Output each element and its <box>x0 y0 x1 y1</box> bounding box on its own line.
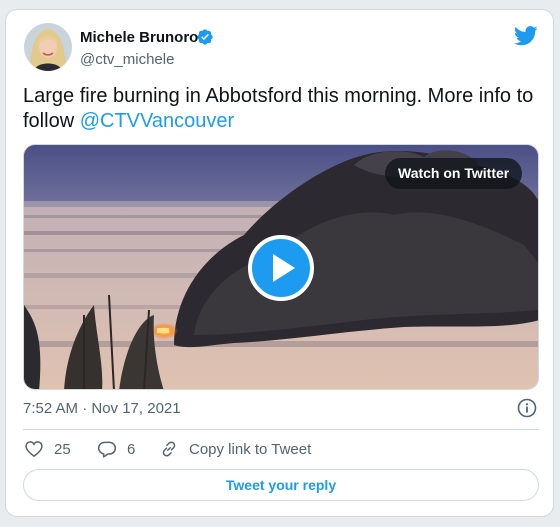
watch-on-twitter-button[interactable]: Watch on Twitter <box>385 158 523 189</box>
tweet-text: Large fire burning in Abbotsford this mo… <box>23 84 543 134</box>
copy-link-action[interactable]: Copy link to Tweet <box>159 438 311 460</box>
author-name[interactable]: Michele Brunoro <box>80 29 198 46</box>
play-icon[interactable] <box>248 235 314 301</box>
video-thumbnail[interactable]: Watch on Twitter <box>23 144 539 390</box>
like-action[interactable]: 25 <box>24 438 71 460</box>
reply-bubble-icon <box>97 441 117 458</box>
verified-badge-icon <box>197 29 213 45</box>
reply-action[interactable]: 6 <box>97 438 135 460</box>
tweet-your-reply-button[interactable]: Tweet your reply <box>23 469 539 501</box>
info-icon[interactable] <box>517 398 537 418</box>
author-handle[interactable]: @ctv_michele <box>80 51 174 68</box>
divider <box>23 429 539 430</box>
copy-link-label: Copy link to Tweet <box>189 440 312 458</box>
reply-count: 6 <box>127 440 136 458</box>
heart-icon <box>25 441 43 458</box>
avatar[interactable] <box>24 23 72 71</box>
link-icon <box>162 441 176 457</box>
twitter-bird-icon[interactable] <box>514 26 538 46</box>
tweet-timestamp[interactable]: 7:52 AM · Nov 17, 2021 <box>23 400 181 417</box>
mention-link[interactable]: @CTVVancouver <box>80 110 234 132</box>
like-count: 25 <box>54 440 71 458</box>
tweet-card: Michele Brunoro @ctv_michele Large fire … <box>5 9 554 517</box>
